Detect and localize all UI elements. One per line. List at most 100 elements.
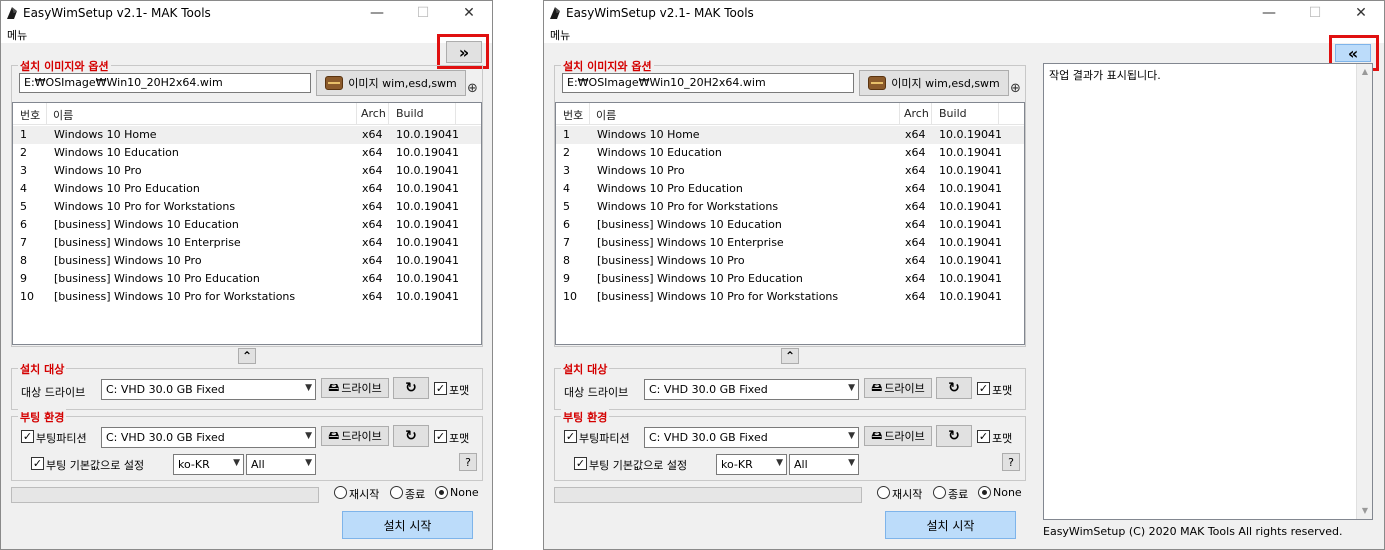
output-scrollbar[interactable]: ▲ ▼ — [1356, 64, 1372, 519]
zoom-icon[interactable]: ⊕ — [467, 81, 478, 96]
help-button[interactable]: ? — [1002, 453, 1020, 471]
target-drive-select[interactable]: C: VHD 30.0 GB Fixed ▼ — [644, 379, 859, 400]
radio-restart[interactable] — [334, 486, 347, 499]
col-divider — [589, 103, 590, 125]
menu-item[interactable]: 메뉴 — [550, 27, 570, 43]
boot-partition-checkbox[interactable]: ✓ — [564, 430, 577, 443]
image-path-input[interactable]: E:₩OSImage₩Win10_20H2x64.wim — [19, 73, 311, 93]
collapse-list-button[interactable]: ⌃ — [781, 348, 799, 364]
scope-select[interactable]: All ▼ — [789, 454, 859, 475]
browse-image-button[interactable]: 이미지 wim,esd,swm — [316, 70, 466, 96]
list-item[interactable]: 4 Windows 10 Pro Education x64 10.0.19041 — [13, 180, 481, 198]
menu-item[interactable]: 메뉴 — [7, 27, 27, 43]
list-item[interactable]: 3 Windows 10 Pro x64 10.0.19041 — [13, 162, 481, 180]
scroll-up-icon[interactable]: ▲ — [1357, 64, 1373, 80]
scope-select[interactable]: All ▼ — [246, 454, 316, 475]
select-drive-button[interactable]: 🖴 드라이브 — [321, 378, 389, 398]
list-item[interactable]: 7 [business] Windows 10 Enterprise x64 10.0… — [13, 234, 481, 252]
refresh-boot-button[interactable]: ↻ — [393, 425, 429, 447]
boot-partition-select[interactable]: C: VHD 30.0 GB Fixed ▼ — [101, 427, 316, 448]
boot-defaults-checkbox[interactable]: ✓ — [574, 457, 587, 470]
list-item[interactable]: 4 Windows 10 Pro Education x64 10.0.19041 — [556, 180, 1024, 198]
locale-select[interactable]: ko-KR ▼ — [716, 454, 787, 475]
locale-select[interactable]: ko-KR ▼ — [173, 454, 244, 475]
format-checkbox[interactable]: ✓ — [434, 382, 447, 395]
cell-number: 8 — [563, 254, 570, 267]
boot-format-checkbox[interactable]: ✓ — [434, 430, 447, 443]
boot-partition-checkbox[interactable]: ✓ — [21, 430, 34, 443]
radio-shutdown[interactable] — [390, 486, 403, 499]
refresh-button[interactable]: ↻ — [393, 377, 429, 399]
col-header-build[interactable]: Build — [939, 107, 967, 120]
list-item[interactable]: 2 Windows 10 Education x64 10.0.19041 — [13, 144, 481, 162]
radio-none[interactable] — [978, 486, 991, 499]
chevron-down-icon: ▼ — [305, 383, 312, 393]
col-divider — [356, 103, 357, 125]
chevron-down-icon: ▼ — [848, 431, 855, 441]
chevron-down-icon: ▼ — [848, 383, 855, 393]
list-item[interactable]: 5 Windows 10 Pro for Workstations x64 10.0.… — [556, 198, 1024, 216]
list-item[interactable]: 10 [business] Windows 10 Pro for Workstat… — [556, 288, 1024, 306]
title-bar[interactable]: EasyWimSetup v2.1- MAK Tools — ☐ ✕ — [544, 1, 1384, 25]
boot-partition-select[interactable]: C: VHD 30.0 GB Fixed ▼ — [644, 427, 859, 448]
start-install-button[interactable]: 설치 시작 — [885, 511, 1016, 539]
list-item[interactable]: 5 Windows 10 Pro for Workstations x64 10.0.… — [13, 198, 481, 216]
list-item[interactable]: 8 [business] Windows 10 Pro x64 10.0.19041 — [556, 252, 1024, 270]
list-item[interactable]: 7 [business] Windows 10 Enterprise x64 10.0… — [556, 234, 1024, 252]
edition-list[interactable]: 번호 이름 Arch Build 1 Windows 10 Home x64 10.0… — [12, 102, 482, 345]
help-button[interactable]: ? — [459, 453, 477, 471]
progress-bar — [554, 487, 862, 503]
select-boot-drive-button[interactable]: 🖴 드라이브 — [864, 426, 932, 446]
col-header-arch[interactable]: Arch — [361, 107, 386, 120]
radio-restart[interactable] — [877, 486, 890, 499]
col-header-name[interactable]: 이름 — [596, 107, 616, 123]
list-item[interactable]: 6 [business] Windows 10 Education x64 10.0.… — [556, 216, 1024, 234]
col-header-number[interactable]: 번호 — [563, 107, 583, 123]
list-item[interactable]: 9 [business] Windows 10 Pro Education x64 1… — [13, 270, 481, 288]
list-item[interactable]: 6 [business] Windows 10 Education x64 10.0.… — [13, 216, 481, 234]
close-button[interactable]: ✕ — [446, 1, 492, 25]
list-item[interactable]: 1 Windows 10 Home x64 10.0.19041 — [556, 126, 1024, 144]
radio-none[interactable] — [435, 486, 448, 499]
app-icon — [7, 7, 17, 19]
image-path-input[interactable]: E:₩OSImage₩Win10_20H2x64.wim — [562, 73, 854, 93]
boot-format-checkbox[interactable]: ✓ — [977, 430, 990, 443]
cell-build: 10.0.19041 — [939, 254, 1002, 267]
start-install-button[interactable]: 설치 시작 — [342, 511, 473, 539]
refresh-button[interactable]: ↻ — [936, 377, 972, 399]
col-header-arch[interactable]: Arch — [904, 107, 929, 120]
select-boot-drive-button[interactable]: 🖴 드라이브 — [321, 426, 389, 446]
minimize-button[interactable]: — — [1246, 1, 1292, 25]
refresh-boot-button[interactable]: ↻ — [936, 425, 972, 447]
edition-list[interactable]: 번호 이름 Arch Build 1 Windows 10 Home x64 10.0… — [555, 102, 1025, 345]
scroll-down-icon[interactable]: ▼ — [1357, 503, 1373, 519]
list-item[interactable]: 10 [business] Windows 10 Pro for Workstat… — [13, 288, 481, 306]
close-button[interactable]: ✕ — [1338, 1, 1384, 25]
minimize-button[interactable]: — — [354, 1, 400, 25]
boot-defaults-checkbox[interactable]: ✓ — [31, 457, 44, 470]
format-checkbox[interactable]: ✓ — [977, 382, 990, 395]
maximize-button[interactable]: ☐ — [1292, 1, 1338, 25]
col-header-build[interactable]: Build — [396, 107, 424, 120]
radio-shutdown[interactable] — [933, 486, 946, 499]
zoom-icon[interactable]: ⊕ — [1010, 81, 1021, 96]
select-drive-button[interactable]: 🖴 드라이브 — [864, 378, 932, 398]
maximize-button[interactable]: ☐ — [400, 1, 446, 25]
col-header-number[interactable]: 번호 — [20, 107, 40, 123]
cell-arch: x64 — [362, 236, 383, 249]
radio-none-label: None — [993, 486, 1022, 499]
target-drive-select[interactable]: C: VHD 30.0 GB Fixed ▼ — [101, 379, 316, 400]
list-item[interactable]: 9 [business] Windows 10 Pro Education x64 1… — [556, 270, 1024, 288]
col-header-name[interactable]: 이름 — [53, 107, 73, 123]
list-item[interactable]: 2 Windows 10 Education x64 10.0.19041 — [556, 144, 1024, 162]
output-log[interactable]: 작업 결과가 표시됩니다. ▲ ▼ — [1043, 63, 1373, 520]
refresh-icon: ↻ — [405, 380, 417, 396]
title-bar[interactable]: EasyWimSetup v2.1- MAK Tools — ☐ ✕ — [1, 1, 492, 25]
help-icon: ? — [465, 455, 471, 469]
list-item[interactable]: 3 Windows 10 Pro x64 10.0.19041 — [556, 162, 1024, 180]
browse-image-button[interactable]: 이미지 wim,esd,swm — [859, 70, 1009, 96]
collapse-list-button[interactable]: ⌃ — [238, 348, 256, 364]
list-item[interactable]: 8 [business] Windows 10 Pro x64 10.0.19041 — [13, 252, 481, 270]
list-item[interactable]: 1 Windows 10 Home x64 10.0.19041 — [13, 126, 481, 144]
drive-icon: 🖴 — [871, 380, 883, 394]
